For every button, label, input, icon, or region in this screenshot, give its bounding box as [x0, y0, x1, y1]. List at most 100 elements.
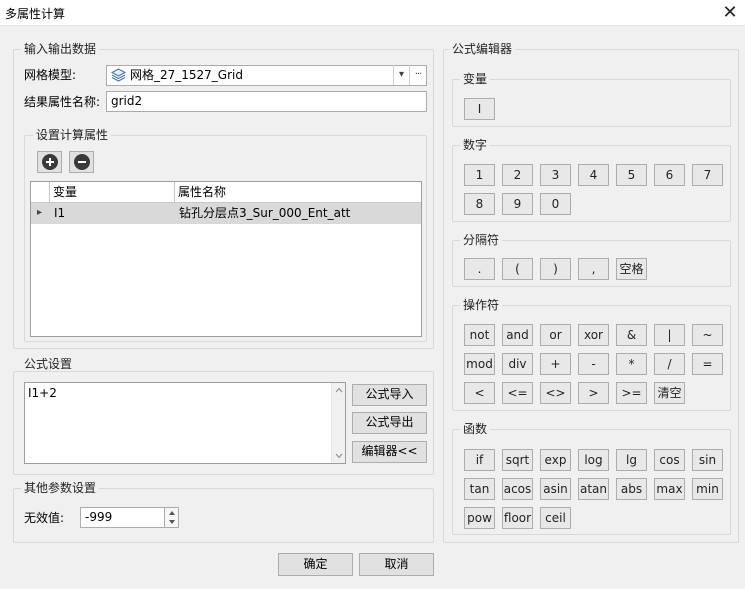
function-button[interactable]: asin — [540, 478, 571, 500]
row-marker-icon: ▸ — [37, 207, 43, 218]
variable-button[interactable]: I — [464, 98, 495, 120]
clear-button[interactable]: 清空 — [654, 382, 685, 404]
ok-button[interactable]: 确定 — [278, 553, 353, 576]
calc-attrs-label: 设置计算属性 — [33, 128, 112, 142]
operator-button[interactable]: < — [464, 382, 495, 404]
io-group-label: 输入输出数据 — [21, 42, 100, 56]
editor-toggle-button[interactable]: 编辑器<< — [352, 441, 427, 463]
operator-button[interactable]: xor — [578, 324, 609, 346]
column-header[interactable]: 属性名称 — [175, 182, 421, 203]
separator-button[interactable]: . — [464, 258, 495, 280]
function-button[interactable]: pow — [464, 507, 495, 529]
operator-button[interactable]: div — [502, 353, 533, 375]
variables-label: 变量 — [460, 72, 491, 86]
operator-button[interactable]: | — [654, 324, 685, 346]
formula-textarea[interactable]: I1+2 — [24, 382, 346, 464]
operator-button[interactable]: not — [464, 324, 495, 346]
scroll-up-icon[interactable] — [335, 387, 343, 393]
minus-circle-icon — [74, 154, 90, 170]
function-button[interactable]: log — [578, 449, 609, 471]
cancel-button[interactable]: 取消 — [359, 553, 434, 576]
invalid-value-label: 无效值: — [24, 511, 65, 525]
digit-button[interactable]: 9 — [502, 193, 533, 215]
operator-button[interactable]: * — [616, 353, 647, 375]
digit-button[interactable]: 3 — [540, 164, 571, 186]
function-button[interactable]: acos — [502, 478, 533, 500]
operator-button[interactable]: & — [616, 324, 647, 346]
operator-button[interactable]: and — [502, 324, 533, 346]
digit-button[interactable]: 1 — [464, 164, 495, 186]
function-button[interactable]: ceil — [540, 507, 571, 529]
digit-button[interactable]: 8 — [464, 193, 495, 215]
invalid-value-text: -999 — [85, 510, 113, 524]
table-cell-attr[interactable]: 钻孔分层点3_Sur_000_Ent_att — [176, 203, 350, 223]
spin-down-icon[interactable] — [168, 519, 176, 525]
digit-button[interactable]: 7 — [692, 164, 723, 186]
operator-button[interactable]: ~ — [692, 324, 723, 346]
operator-button[interactable]: <= — [502, 382, 533, 404]
row-header-corner — [31, 182, 50, 203]
function-button[interactable]: lg — [616, 449, 647, 471]
grid-model-value: 网格_27_1527_Grid — [130, 68, 243, 82]
spin-up-icon[interactable] — [168, 510, 176, 516]
operator-button[interactable]: <> — [540, 382, 571, 404]
function-button[interactable]: floor — [502, 507, 533, 529]
browse-button[interactable]: ··· — [409, 65, 426, 85]
invalid-value-stepper[interactable] — [164, 507, 179, 528]
operators-label: 操作符 — [460, 298, 503, 312]
operator-button[interactable]: > — [578, 382, 609, 404]
formula-import-button[interactable]: 公式导入 — [352, 384, 427, 406]
operator-button[interactable]: + — [540, 353, 571, 375]
grid-model-select[interactable]: 网格_27_1527_Grid ▾ ··· — [106, 65, 427, 86]
functions-label: 函数 — [460, 422, 491, 436]
formula-group-label: 公式设置 — [21, 357, 76, 371]
separator-button[interactable]: ( — [502, 258, 533, 280]
other-params-label: 其他参数设置 — [21, 481, 100, 495]
attr-table: 变量 属性名称 ▸ I1 钻孔分层点3_Sur_000_Ent_att — [30, 181, 422, 337]
function-button[interactable]: cos — [654, 449, 685, 471]
digit-button[interactable]: 2 — [502, 164, 533, 186]
chevron-down-icon[interactable]: ▾ — [393, 65, 409, 85]
function-button[interactable]: sin — [692, 449, 723, 471]
result-name-input[interactable]: grid2 — [106, 91, 427, 112]
digit-button[interactable]: 5 — [616, 164, 647, 186]
digits-label: 数字 — [460, 138, 491, 152]
column-header[interactable]: 变量 — [50, 182, 175, 203]
function-button[interactable]: exp — [540, 449, 571, 471]
table-row[interactable]: ▸ I1 钻孔分层点3_Sur_000_Ent_att — [31, 203, 421, 224]
operator-button[interactable]: - — [578, 353, 609, 375]
close-icon[interactable]: ✕ — [716, 1, 744, 25]
operator-button[interactable]: >= — [616, 382, 647, 404]
operator-button[interactable]: / — [654, 353, 685, 375]
operator-button[interactable]: = — [692, 353, 723, 375]
grid-model-label: 网格模型: — [24, 68, 77, 82]
scroll-down-icon[interactable] — [335, 453, 343, 459]
function-button[interactable]: if — [464, 449, 495, 471]
operator-button[interactable]: mod — [464, 353, 495, 375]
function-button[interactable]: max — [654, 478, 685, 500]
invalid-value-input[interactable]: -999 — [80, 507, 179, 528]
formula-text: I1+2 — [28, 386, 57, 400]
digit-button[interactable]: 0 — [540, 193, 571, 215]
separator-button[interactable]: ) — [540, 258, 571, 280]
function-button[interactable]: min — [692, 478, 723, 500]
grid-layers-icon — [111, 68, 126, 82]
function-button[interactable]: tan — [464, 478, 495, 500]
remove-attr-button[interactable] — [69, 151, 94, 173]
digit-button[interactable]: 4 — [578, 164, 609, 186]
function-button[interactable]: abs — [616, 478, 647, 500]
result-name-label: 结果属性名称: — [24, 95, 101, 109]
digit-button[interactable]: 6 — [654, 164, 685, 186]
function-button[interactable]: sqrt — [502, 449, 533, 471]
table-cell-var[interactable]: I1 — [51, 203, 65, 223]
separator-button[interactable]: , — [578, 258, 609, 280]
plus-circle-icon — [42, 154, 58, 170]
formula-scrollbar[interactable] — [331, 383, 345, 463]
space-button[interactable]: 空格 — [616, 258, 647, 280]
operator-button[interactable]: or — [540, 324, 571, 346]
separators-label: 分隔符 — [460, 233, 503, 247]
formula-editor-label: 公式编辑器 — [449, 42, 516, 56]
function-button[interactable]: atan — [578, 478, 609, 500]
add-attr-button[interactable] — [37, 151, 62, 173]
formula-export-button[interactable]: 公式导出 — [352, 412, 427, 434]
